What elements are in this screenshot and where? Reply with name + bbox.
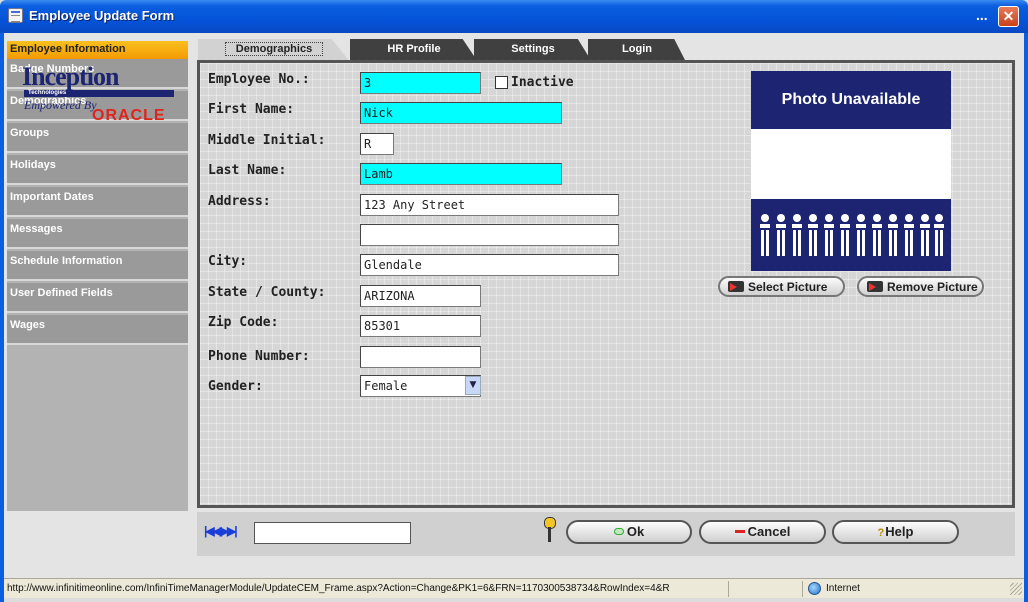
sidebar-item-important-dates[interactable]: Important Dates <box>7 187 188 217</box>
title-bar: Employee Update Form ... ✕ <box>0 0 1028 33</box>
security-zone: Internet <box>826 583 860 594</box>
select-picture-button[interactable]: Select Picture <box>718 276 845 297</box>
ok-icon <box>613 528 624 535</box>
inactive-checkbox[interactable] <box>495 76 508 89</box>
city-field[interactable]: Glendale <box>360 254 619 276</box>
logo-area <box>751 129 951 199</box>
state-label: State / County: <box>208 285 326 300</box>
address-line2-field[interactable] <box>360 224 619 246</box>
last-name-field[interactable]: Lamb <box>360 163 562 185</box>
address-label: Address: <box>208 194 271 209</box>
middle-initial-field[interactable]: R <box>360 133 394 155</box>
tab-login[interactable]: Login <box>588 39 686 62</box>
gender-select[interactable]: Female <box>360 375 481 397</box>
remove-picture-icon <box>867 281 883 292</box>
form-icon <box>8 8 23 23</box>
people-logo-icon <box>760 214 944 256</box>
remove-picture-label: Remove Picture <box>887 280 978 294</box>
remove-picture-button[interactable]: Remove Picture <box>857 276 984 297</box>
sidebar-item-label: Holidays <box>10 159 56 171</box>
tab-label: Login <box>622 43 652 55</box>
sidebar-item-groups[interactable]: Groups <box>7 123 188 153</box>
last-name-label: Last Name: <box>208 163 287 178</box>
select-picture-icon <box>728 281 744 292</box>
gender-label: Gender: <box>208 379 263 394</box>
window-title: Employee Update Form <box>29 8 175 23</box>
ok-label: Ok <box>626 524 645 539</box>
status-url: http://www.infinitimeonline.com/InfiniTi… <box>7 583 670 594</box>
select-picture-label: Select Picture <box>748 280 828 294</box>
sidebar-item-label: Schedule Information <box>10 255 123 267</box>
sidebar-item-label: Important Dates <box>10 191 94 203</box>
sidebar-item-label: Employee Information <box>10 43 126 55</box>
employee-photo: Photo Unavailable <box>751 71 951 271</box>
sidebar-item-label: Messages <box>10 223 63 235</box>
oracle-logo-text: ORACLE <box>92 107 166 124</box>
empowered-by-text: Empowered By <box>24 98 97 112</box>
status-divider <box>728 581 729 597</box>
city-label: City: <box>208 254 248 269</box>
brand-subtitle: Technologies <box>24 90 174 97</box>
tab-label: Settings <box>511 43 555 55</box>
sidebar-item-label: Wages <box>10 319 46 331</box>
cancel-icon <box>734 530 745 533</box>
close-icon[interactable]: ✕ <box>998 6 1019 27</box>
tab-hr-profile[interactable]: HR Profile <box>350 39 478 62</box>
status-bar: http://www.infinitimeonline.com/InfiniTi… <box>4 578 1024 598</box>
tab-label: Demographics <box>224 42 324 56</box>
middle-initial-label: Middle Initial: <box>208 133 326 148</box>
brand-logo-text: Inception <box>22 62 119 91</box>
tab-demographics[interactable]: Demographics <box>198 39 350 62</box>
ellipsis: ... <box>976 7 988 23</box>
zip-label: Zip Code: <box>208 315 279 330</box>
sidebar-item-user-defined-fields[interactable]: User Defined Fields <box>7 283 188 313</box>
sidebar-item-wages[interactable]: Wages <box>7 315 188 345</box>
sidebar-item-schedule-information[interactable]: Schedule Information <box>7 251 188 281</box>
photo-unavailable-text: Photo Unavailable <box>781 91 921 108</box>
record-navigation-icon[interactable]: |◀◀▶▶| <box>204 524 238 538</box>
window-frame-right <box>1024 33 1028 602</box>
resize-grip-icon[interactable] <box>1010 583 1022 595</box>
phone-field[interactable] <box>360 346 481 368</box>
address-line1-field[interactable]: 123 Any Street <box>360 194 619 216</box>
cancel-button[interactable]: Cancel <box>699 520 826 544</box>
employee-no-label: Employee No.: <box>208 72 310 87</box>
sidebar-item-holidays[interactable]: Holidays <box>7 155 188 185</box>
sidebar-item-label: Groups <box>10 127 50 139</box>
tab-settings[interactable]: Settings <box>474 39 592 62</box>
record-field[interactable] <box>254 522 411 544</box>
phone-label: Phone Number: <box>208 349 310 364</box>
status-divider <box>802 581 803 597</box>
first-name-label: First Name: <box>208 102 295 117</box>
help-label: Help <box>885 524 914 539</box>
sidebar-item-messages[interactable]: Messages <box>7 219 188 249</box>
tab-label: HR Profile <box>387 43 441 55</box>
ok-button[interactable]: Ok <box>566 520 692 544</box>
help-icon: ? <box>877 527 885 539</box>
cancel-label: Cancel <box>747 524 791 539</box>
help-button[interactable]: ?Help <box>832 520 959 544</box>
globe-icon <box>808 582 821 595</box>
first-name-field[interactable]: Nick <box>360 102 562 124</box>
zip-field[interactable]: 85301 <box>360 315 481 337</box>
employee-no-field[interactable]: 3 <box>360 72 481 94</box>
sidebar-item-label: User Defined Fields <box>10 287 113 299</box>
sidebar-item-employee-information[interactable]: Employee Information <box>7 41 188 59</box>
chevron-down-icon[interactable]: ▼ <box>465 376 481 395</box>
state-field[interactable]: ARIZONA <box>360 285 481 307</box>
key-icon <box>544 517 556 544</box>
inactive-label: Inactive <box>511 75 574 90</box>
